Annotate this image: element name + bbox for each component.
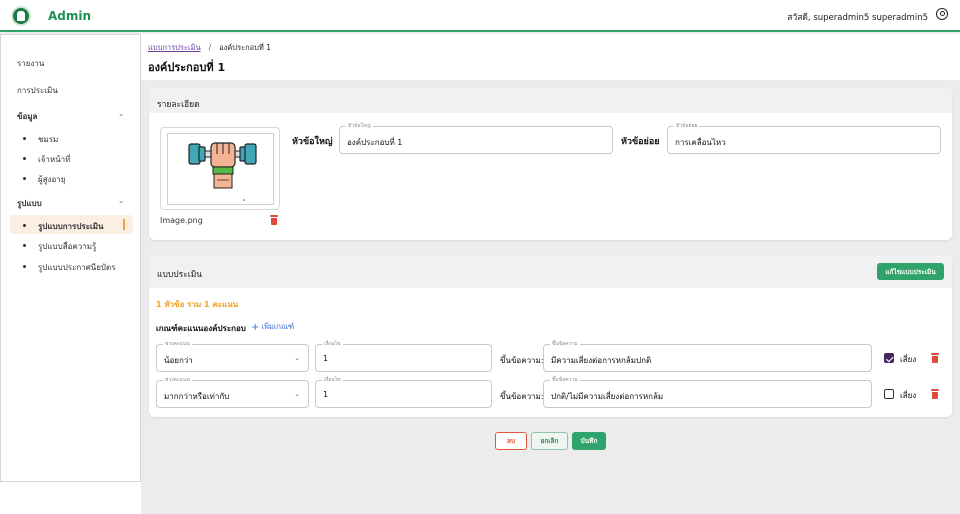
breadcrumb-link-parent[interactable]: แบบการประเมิน [148, 43, 201, 52]
image-preview [167, 133, 274, 205]
delete-criteria-icon[interactable] [931, 389, 939, 399]
bullet-icon [23, 224, 26, 227]
sidebar-item-report[interactable]: รายงาน [17, 57, 156, 70]
assessment-card: แบบประเมิน แก้ไขแบบประเมิน 1 หัวข้อ รวม … [149, 255, 952, 417]
sidebar-item-assessment[interactable]: การประเมิน [17, 84, 156, 97]
ministry-logo-icon [11, 6, 31, 26]
breadcrumb-current: องค์ประกอบที่ 1 [219, 43, 272, 52]
user-account-icon[interactable] [936, 8, 948, 20]
page-title: องค์ประกอบที่ 1 [148, 61, 226, 74]
show-text-label: ขึ้นข้อความ: [500, 392, 544, 401]
user-greeting: สวัสดี, superadmin5 superadmin5 [787, 13, 928, 23]
bullet-icon [23, 157, 26, 160]
show-text-label: ขึ้นข้อความ: [500, 356, 544, 365]
score-range-select[interactable]: ช่วงคะแนน น้อยกว่า ⌄ [156, 340, 309, 372]
bullet-icon [23, 177, 26, 180]
criteria-title: เกณฑ์คะแนนองค์ประกอบ [156, 324, 246, 333]
app-header: Admin สวัสดี, superadmin5 superadmin5 [0, 0, 960, 32]
bullet-icon [23, 265, 26, 268]
bullet-icon [23, 244, 26, 247]
delete-button[interactable]: ลบ [495, 432, 527, 450]
condition-input[interactable]: เงื่อนไข 1 [315, 340, 492, 372]
image-upload-box[interactable] [160, 127, 280, 210]
condition-input[interactable]: เงื่อนไข 1 [315, 376, 492, 408]
delete-image-icon[interactable] [270, 215, 278, 225]
add-criteria-button[interactable]: + เพิ่มเกณฑ์ [251, 321, 294, 333]
details-card-header: รายละเอียด [149, 88, 952, 113]
image-filename: Image.png [160, 216, 203, 225]
plus-icon: + [251, 322, 260, 333]
sidebar-section-template[interactable]: รูปแบบ ⌄ [17, 197, 140, 210]
edit-assessment-button[interactable]: แก้ไขแบบประเมิน [877, 263, 944, 280]
chevron-down-icon: ⌄ [118, 110, 124, 118]
risk-label: เสี่ยง [900, 355, 917, 364]
message-input[interactable]: ขึ้นข้อความ มีความเสี่ยงต่อการหกล้มปกติ [543, 340, 872, 372]
breadcrumb: แบบการประเมิน / องค์ประกอบที่ 1 [148, 43, 272, 52]
main-topic-label: หัวข้อใหญ่ [292, 137, 333, 147]
sidebar: รายงาน การประเมิน ข้อมูล ⌄ ชมรม เจ้าหน้า… [0, 34, 141, 482]
sidebar-section-data[interactable]: ข้อมูล ⌄ [17, 110, 140, 123]
sub-topic-input[interactable]: หัวข้อย่อย การเคลื่อนไหว [667, 122, 941, 154]
message-input[interactable]: ขึ้นข้อความ ปกติ/ไม่มีความเสี่ยงต่อการหก… [543, 376, 872, 408]
save-button[interactable]: บันทึก [572, 432, 606, 450]
sub-topic-label: หัวข้อย่อย [621, 137, 660, 147]
chevron-down-icon: ⌄ [294, 390, 300, 398]
risk-checkbox[interactable] [884, 353, 894, 363]
risk-checkbox[interactable] [884, 389, 894, 399]
assessment-card-header: แบบประเมิน [149, 255, 952, 288]
main-topic-input[interactable]: หัวข้อใหญ่ องค์ประกอบที่ 1 [339, 122, 613, 154]
assessment-summary: 1 หัวข้อ รวม 1 คะแนน [156, 300, 239, 309]
chevron-down-icon: ⌄ [294, 354, 300, 362]
brand-title: Admin [48, 9, 92, 23]
delete-criteria-icon[interactable] [931, 353, 939, 363]
sidebar-section-label: ข้อมูล [17, 112, 38, 121]
bullet-icon [23, 137, 26, 140]
score-range-select[interactable]: ช่วงคะแนน มากกว่าหรือเท่ากับ ⌄ [156, 376, 309, 408]
risk-label: เสี่ยง [900, 391, 917, 400]
sidebar-footer [0, 482, 141, 514]
page-header: แบบการประเมิน / องค์ประกอบที่ 1 องค์ประกอบ… [141, 34, 960, 80]
chevron-down-icon: ⌄ [118, 197, 124, 205]
sidebar-section-label: รูปแบบ [17, 199, 42, 208]
dumbbell-fist-icon [188, 142, 257, 201]
cancel-button[interactable]: ยกเลิก [531, 432, 568, 450]
details-card: รายละเอียด Image.png หัวข้อใหญ่ หัวข้อให… [149, 88, 952, 240]
